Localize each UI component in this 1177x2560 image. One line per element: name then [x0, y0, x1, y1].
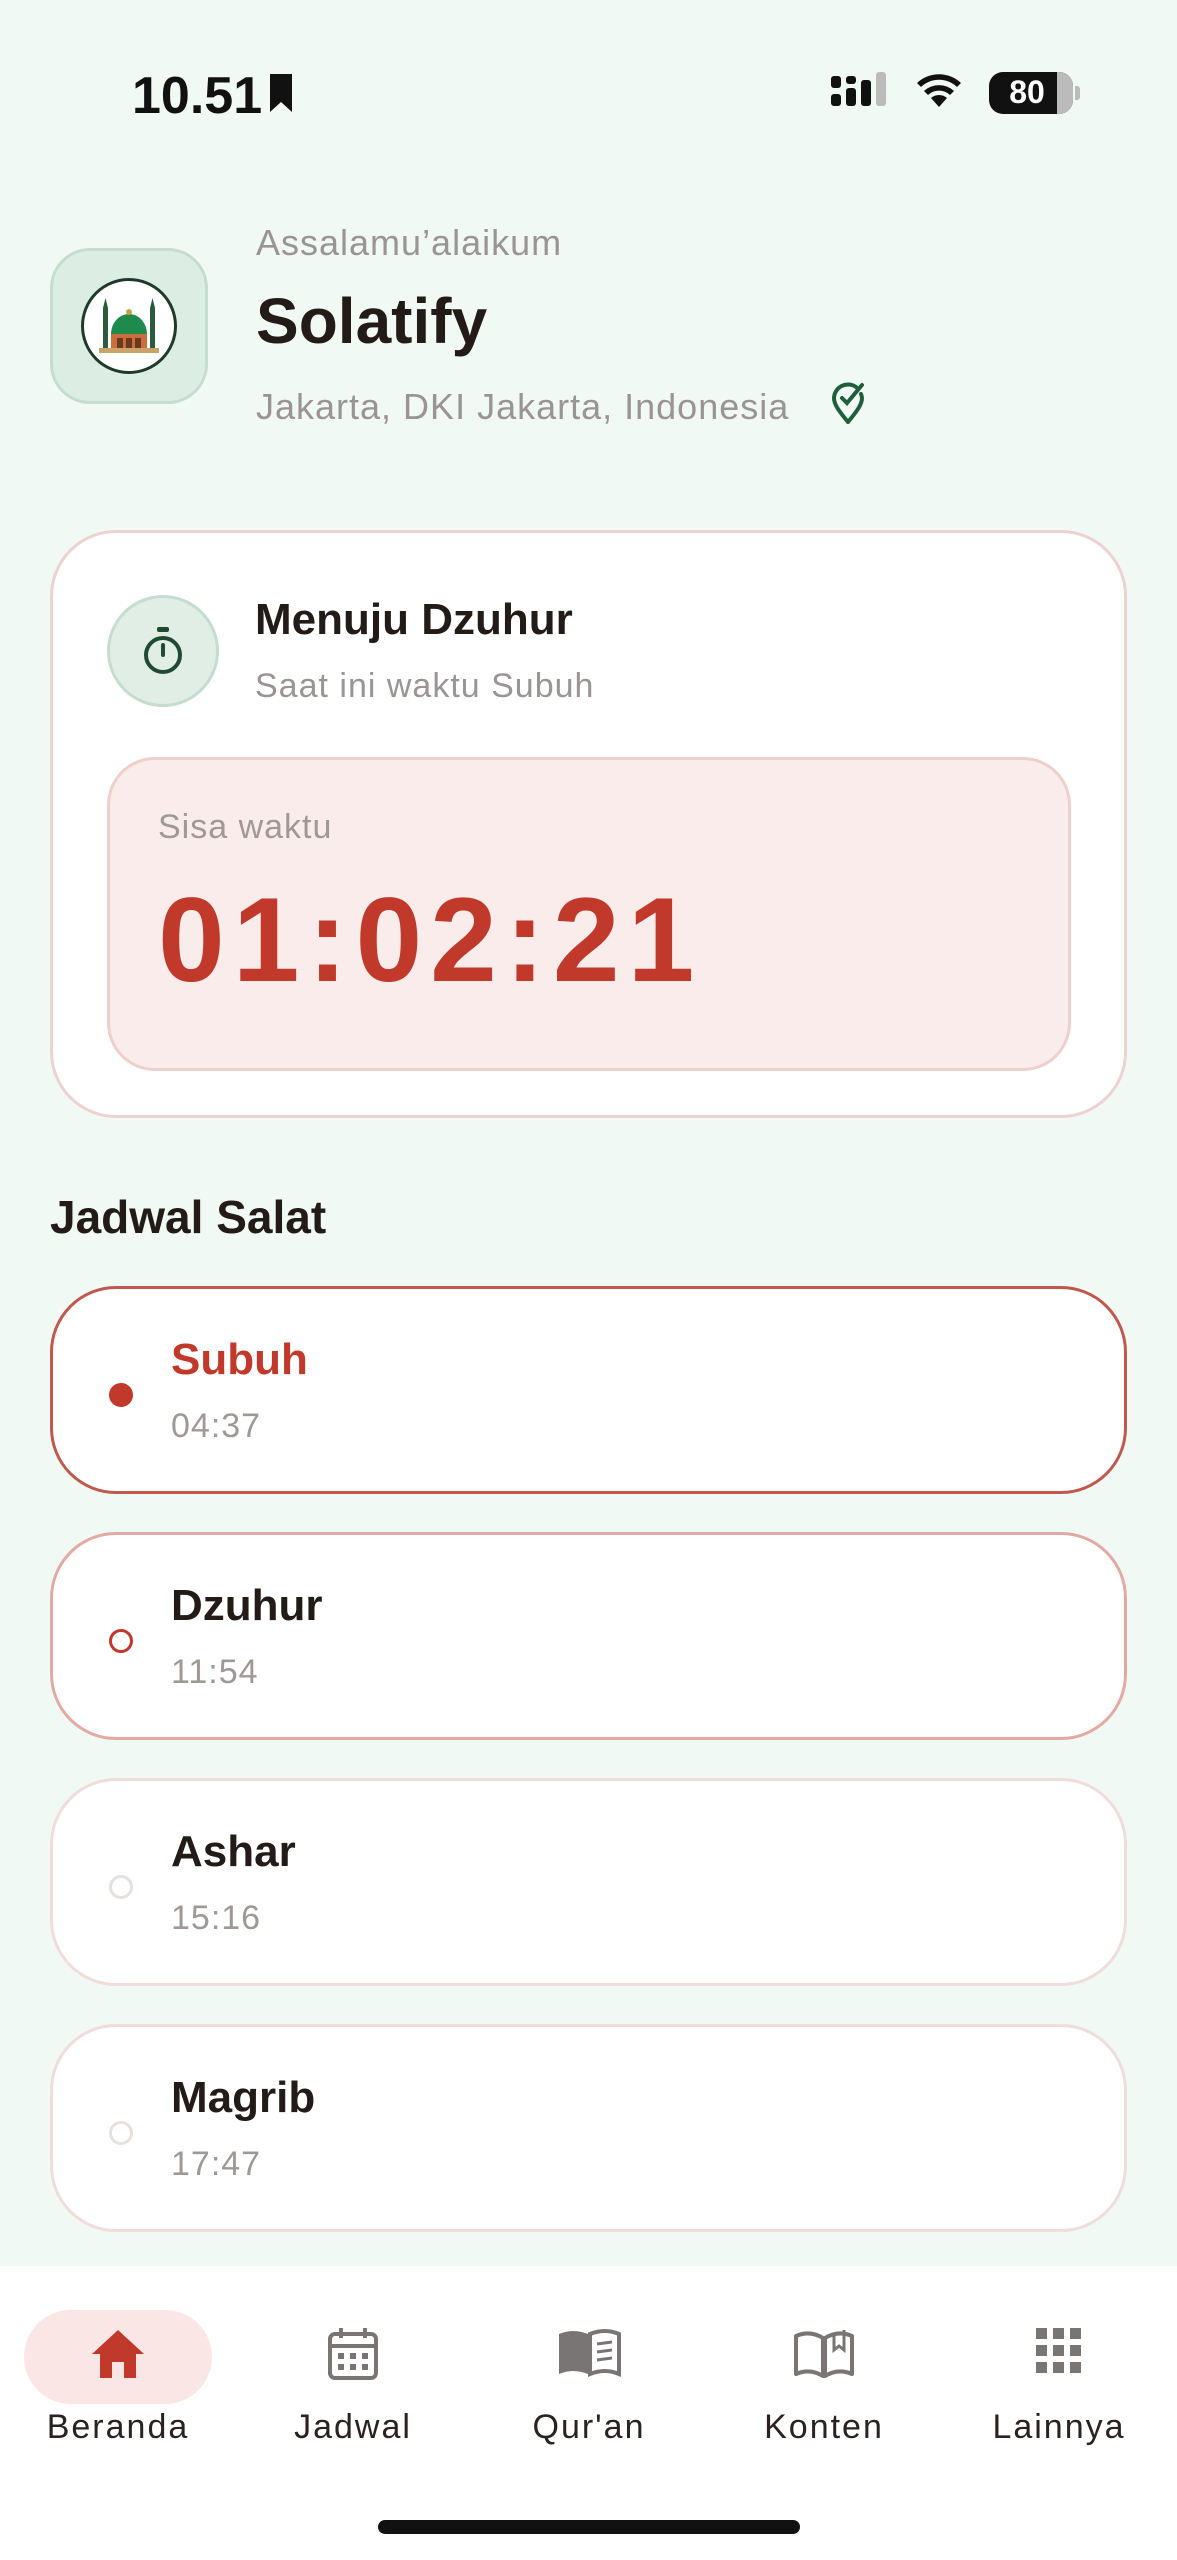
nav-item-quran[interactable]: Qur'an	[471, 2288, 707, 2448]
remaining-label: Sisa waktu	[158, 808, 333, 846]
status-time: 10.51	[132, 67, 263, 125]
prayer-time: 04:37	[171, 1407, 262, 1445]
status-icons: 80	[829, 70, 1080, 115]
prayer-name: Magrib	[171, 2073, 316, 2122]
calendar-icon	[235, 2326, 471, 2382]
nav-label: Jadwal	[294, 2408, 412, 2446]
remaining-time-box: Sisa waktu 01:02:21	[107, 757, 1071, 1071]
status-dot-icon	[109, 1875, 133, 1899]
nav-label: Konten	[764, 2408, 884, 2446]
nav-item-beranda[interactable]: Beranda	[0, 2288, 236, 2448]
home-indicator[interactable]	[378, 2520, 800, 2534]
prayer-row-dzuhur[interactable]: Dzuhur 11:54	[50, 1532, 1127, 1740]
bookmark-icon	[268, 72, 294, 119]
current-prayer-text: Saat ini waktu Subuh	[255, 667, 595, 705]
grid-icon	[941, 2326, 1177, 2376]
prayer-row-ashar[interactable]: Ashar 15:16	[50, 1778, 1127, 1986]
prayer-name: Ashar	[171, 1827, 296, 1876]
prayer-name: Dzuhur	[171, 1581, 323, 1630]
nav-item-lainnya[interactable]: Lainnya	[941, 2288, 1177, 2448]
book-icon	[471, 2326, 707, 2378]
countdown-timer: 01:02:21	[158, 873, 703, 1007]
prayer-time: 17:47	[171, 2145, 262, 2183]
home-screen: 10.51 80 Assalamu’alaikum Solatify Jakar…	[0, 0, 1177, 2560]
app-title: Solatify	[256, 285, 488, 357]
nav-label: Beranda	[46, 2408, 190, 2446]
location-text[interactable]: Jakarta, DKI Jakarta, Indonesia	[256, 386, 789, 428]
greeting-text: Assalamu’alaikum	[256, 222, 563, 263]
prayer-name: Subuh	[171, 1335, 308, 1384]
prayer-row-subuh[interactable]: Subuh 04:37	[50, 1286, 1127, 1494]
prayer-time: 11:54	[171, 1653, 259, 1691]
status-dot-icon	[109, 1383, 133, 1407]
battery-icon: 80	[989, 71, 1080, 114]
bottom-nav: Beranda Jadwal Qur'an Konten Lainnya	[0, 2266, 1177, 2560]
home-icon	[0, 2326, 236, 2380]
nav-item-konten[interactable]: Konten	[706, 2288, 942, 2448]
location-edit-icon[interactable]	[828, 382, 868, 431]
status-dot-icon	[109, 2121, 133, 2145]
mosque-icon	[81, 278, 177, 374]
schedule-title: Jadwal Salat	[50, 1191, 327, 1243]
app-logo	[50, 248, 208, 404]
prayer-row-magrib[interactable]: Magrib 17:47	[50, 2024, 1127, 2232]
nav-label: Qur'an	[532, 2408, 646, 2446]
wifi-icon	[915, 71, 963, 114]
countdown-card: Menuju Dzuhur Saat ini waktu Subuh Sisa …	[50, 530, 1127, 1118]
next-prayer-title: Menuju Dzuhur	[255, 595, 573, 644]
status-dot-icon	[109, 1629, 133, 1653]
nav-label: Lainnya	[992, 2408, 1126, 2446]
cellular-signal-icon	[829, 70, 889, 115]
battery-level: 80	[1009, 74, 1045, 110]
prayer-time: 15:16	[171, 1899, 262, 1937]
stopwatch-icon	[107, 595, 219, 707]
open-book-icon	[706, 2326, 942, 2380]
nav-item-jadwal[interactable]: Jadwal	[235, 2288, 471, 2448]
